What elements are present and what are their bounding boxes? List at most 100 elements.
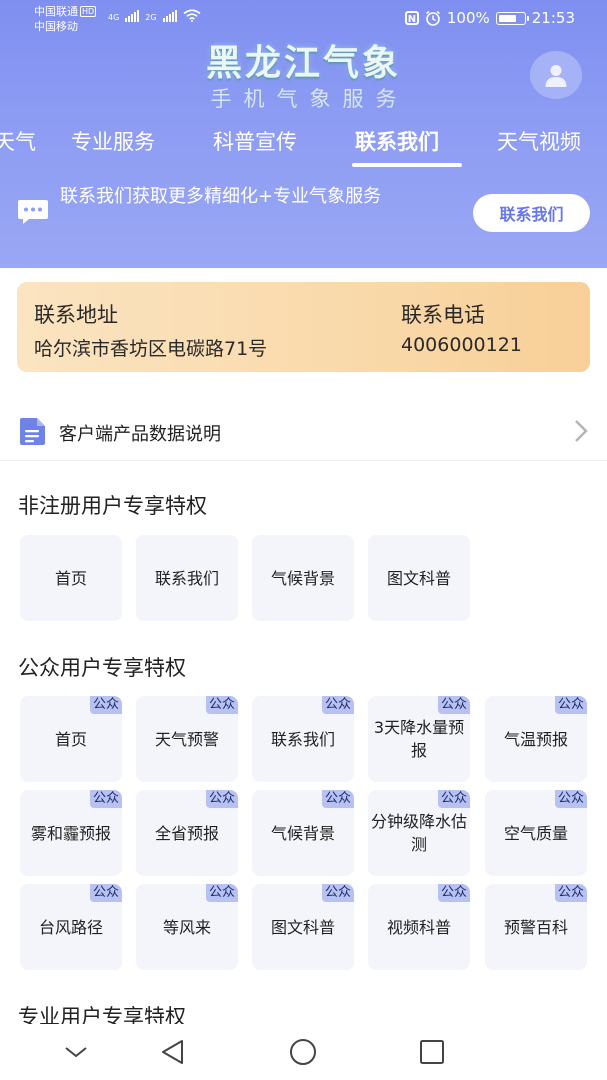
tile-label: 气候背景 — [270, 568, 335, 588]
non-registered-title: 非注册用户专享特权 — [18, 494, 207, 518]
tab-professional-service[interactable]: 专业服务 — [71, 126, 155, 156]
product-data-label: 客户端产品数据说明 — [59, 424, 221, 445]
system-nav-bar — [0, 1024, 607, 1080]
public-badge: 公众 — [437, 696, 470, 714]
carrier-1: 中国联通 — [34, 5, 78, 18]
status-bar: 中国联通 HD 中国移动 4G 2G N 100% 21:53 — [0, 0, 607, 40]
collapse-down-icon[interactable] — [63, 1044, 89, 1060]
feature-tile[interactable]: 公众雾和霾预报 — [20, 790, 122, 876]
tile-label: 联系我们 — [154, 568, 219, 588]
feature-tile[interactable]: 联系我们 — [136, 535, 238, 621]
public-badge: 公众 — [321, 696, 354, 714]
tile-label: 气温预报 — [503, 729, 568, 749]
tile-label: 视频科普 — [386, 917, 451, 937]
public-badge: 公众 — [321, 790, 354, 808]
feature-tile[interactable]: 公众图文科普 — [252, 884, 354, 970]
tile-label: 首页 — [54, 568, 87, 588]
carrier-info: 中国联通 HD 中国移动 — [34, 4, 97, 34]
address-value: 哈尔滨市香坊区电碳路71号 — [34, 338, 268, 360]
feature-tile[interactable]: 公众视频科普 — [368, 884, 470, 970]
public-badge: 公众 — [437, 884, 470, 902]
feature-tile[interactable]: 公众气温预报 — [485, 696, 587, 782]
tile-label: 预警百科 — [503, 917, 568, 937]
tab-weather-video[interactable]: 天气视频 — [497, 126, 581, 156]
top-tabs: 天气 专业服务 科普宣传 联系我们 天气视频 — [0, 120, 607, 168]
tile-label: 图文科普 — [386, 568, 451, 588]
app-subtitle: 手机气象服务 — [210, 87, 409, 111]
tab-contact-us[interactable]: 联系我们 — [355, 126, 439, 156]
feature-tile[interactable]: 公众天气预警 — [136, 696, 238, 782]
tile-label: 空气质量 — [503, 823, 568, 843]
feature-tile[interactable]: 公众预警百科 — [485, 884, 587, 970]
feature-tile[interactable]: 公众等风来 — [136, 884, 238, 970]
alarm-icon — [425, 10, 440, 26]
feature-tile[interactable]: 首页 — [20, 535, 122, 621]
address-label: 联系地址 — [34, 303, 118, 327]
feature-tile[interactable]: 公众分钟级降水估测 — [368, 790, 470, 876]
battery-icon — [495, 11, 529, 25]
app-title: 黑龙江气象 — [205, 43, 401, 84]
user-avatar-icon — [545, 65, 567, 87]
document-icon — [20, 418, 45, 445]
tile-label: 首页 — [54, 729, 87, 749]
contact-us-button[interactable]: 联系我们 — [473, 194, 590, 232]
feature-tile[interactable]: 公众气候背景 — [252, 790, 354, 876]
feature-tile[interactable]: 公众空气质量 — [485, 790, 587, 876]
public-badge: 公众 — [554, 696, 587, 714]
contact-card: 联系地址 哈尔滨市香坊区电碳路71号 联系电话 4006000121 — [17, 282, 590, 372]
public-badge: 公众 — [321, 884, 354, 902]
feature-tile[interactable]: 公众台风路径 — [20, 884, 122, 970]
feature-tile[interactable]: 公众联系我们 — [252, 696, 354, 782]
tile-label: 等风来 — [162, 917, 211, 937]
public-title: 公众用户专享特权 — [18, 656, 186, 680]
nfc-icon: N — [404, 11, 419, 25]
tile-label: 分钟级降水估测 — [370, 812, 467, 854]
tab-science-publicity[interactable]: 科普宣传 — [213, 126, 297, 156]
tile-label: 3天降水量预报 — [373, 718, 465, 760]
active-tab-indicator — [352, 163, 462, 167]
signal-bars-icon — [125, 10, 140, 22]
product-data-row[interactable]: 客户端产品数据说明 — [0, 400, 607, 461]
status-right: N 100% 21:53 — [404, 9, 575, 27]
home-circle-icon[interactable] — [288, 1038, 318, 1066]
feature-tile[interactable]: 公众 3天降水量预报 — [368, 696, 470, 782]
network-type-2: 2G — [145, 13, 157, 22]
feature-tile[interactable]: 公众 首页 — [20, 696, 122, 782]
hd-badge: HD — [80, 6, 97, 17]
feature-tile[interactable]: 公众全省预报 — [136, 790, 238, 876]
signal-indicators: 4G 2G — [108, 9, 201, 22]
recents-square-icon[interactable] — [418, 1038, 446, 1066]
phone-label: 联系电话 — [401, 303, 485, 327]
tile-label: 图文科普 — [270, 917, 335, 937]
back-triangle-icon[interactable] — [158, 1038, 188, 1066]
banner-text: 联系我们获取更多精细化+专业气象服务 — [60, 186, 382, 207]
tile-label: 雾和霾预报 — [30, 823, 111, 843]
app-logo: 黑龙江气象 手机气象服务 — [0, 42, 607, 112]
public-badge: 公众 — [554, 884, 587, 902]
tile-label: 全省预报 — [154, 823, 219, 843]
public-badge: 公众 — [205, 790, 238, 808]
public-badge: 公众 — [205, 696, 238, 714]
carrier-2: 中国移动 — [34, 20, 78, 33]
chat-bubble-icon — [18, 200, 48, 224]
chevron-right-icon — [575, 420, 588, 442]
public-badge: 公众 — [89, 884, 122, 902]
user-avatar-button[interactable] — [530, 51, 582, 99]
network-type-1: 4G — [108, 13, 120, 22]
public-badge: 公众 — [89, 790, 122, 808]
feature-tile[interactable]: 图文科普 — [368, 535, 470, 621]
signal-bars-icon — [162, 10, 177, 22]
tab-weather[interactable]: 天气 — [0, 126, 36, 156]
wifi-icon — [183, 9, 201, 22]
tile-label: 气候背景 — [270, 823, 335, 843]
tile-label: 天气预警 — [154, 729, 219, 749]
public-badge: 公众 — [89, 696, 122, 714]
public-badge: 公众 — [205, 884, 238, 902]
tile-label: 联系我们 — [270, 729, 335, 749]
clock: 21:53 — [531, 9, 575, 27]
tile-label: 台风路径 — [38, 917, 103, 937]
public-badge: 公众 — [554, 790, 587, 808]
feature-tile[interactable]: 气候背景 — [252, 535, 354, 621]
public-badge: 公众 — [437, 790, 470, 808]
phone-value[interactable]: 4006000121 — [401, 334, 522, 356]
